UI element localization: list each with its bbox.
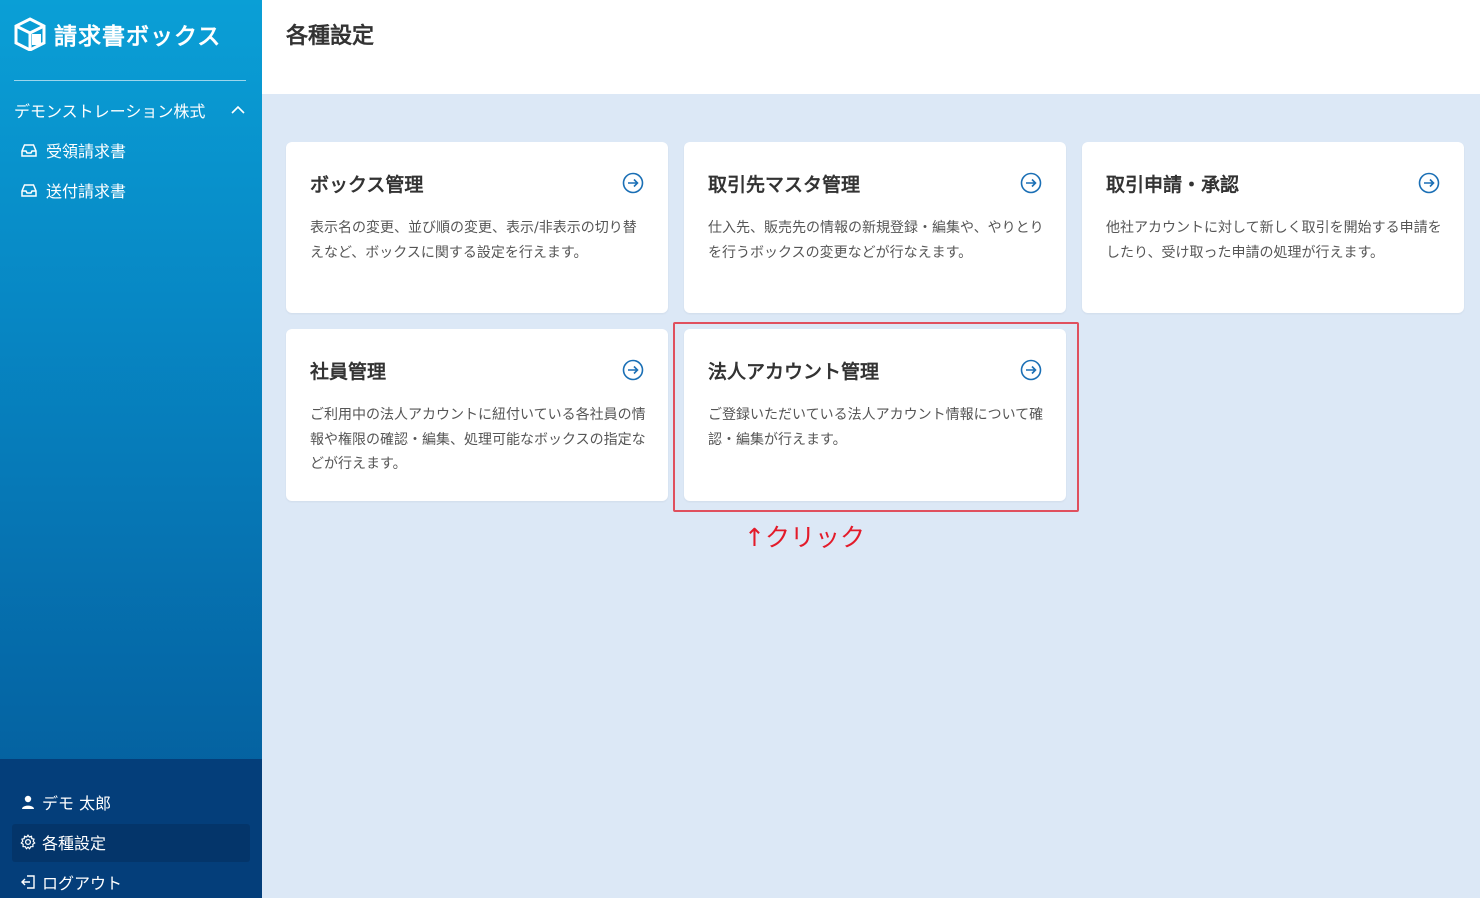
highlight-box (673, 322, 1079, 512)
card-transaction-requests[interactable]: 取引申請・承認 他社アカウントに対して新しく取引を開始する申請をしたり、受け取っ… (1082, 142, 1464, 313)
user-menu[interactable]: デモ 太郎 (20, 789, 111, 815)
divider (14, 80, 246, 81)
card-description: 仕入先、販売先の情報の新規登録・編集や、やりとりを行うボックスの変更などが行なえ… (708, 220, 1044, 261)
user-icon (22, 795, 34, 809)
card-title: 取引先マスタ管理 (708, 174, 861, 196)
sidebar-item-label: 送付請求書 (46, 182, 127, 201)
logout-icon (21, 875, 35, 889)
gear-icon (20, 834, 36, 850)
logo-icon (14, 17, 46, 51)
sidebar-item-sent-invoices[interactable]: 送付請求書 (20, 178, 126, 202)
settings-menu[interactable]: 各種設定 (20, 829, 106, 855)
company-name: デモンストレーション株式 (14, 102, 206, 121)
sidebar: 請求書ボックス デモンストレーション株式 受領請求書 送付請求書 デモ 太郎 各… (0, 0, 262, 898)
logout-label: ログアウト (42, 874, 123, 893)
app-logo[interactable]: 請求書ボックス (14, 16, 221, 52)
card-title: ボックス管理 (310, 174, 424, 196)
page-header: 各種設定 (262, 0, 1480, 94)
chevron-up-icon (231, 105, 245, 114)
arrow-right-circle-icon[interactable] (622, 172, 644, 194)
logout-button[interactable]: ログアウト (20, 869, 122, 895)
card-description: 他社アカウントに対して新しく取引を開始する申請をしたり、受け取った申請の処理が行… (1106, 220, 1442, 261)
company-selector[interactable]: デモンストレーション株式 (14, 97, 246, 123)
page-title: 各種設定 (286, 24, 375, 49)
app-name: 請求書ボックス (54, 24, 222, 50)
arrow-right-circle-icon[interactable] (1418, 172, 1440, 194)
sidebar-footer: デモ 太郎 各種設定 ログアウト (0, 759, 262, 898)
inbox-icon (21, 144, 37, 157)
card-box-management[interactable]: ボックス管理 表示名の変更、並び順の変更、表示/非表示の切り替えなど、ボックスに… (286, 142, 668, 313)
card-title: 取引申請・承認 (1106, 174, 1240, 196)
settings-label: 各種設定 (42, 834, 107, 853)
sidebar-item-received-invoices[interactable]: 受領請求書 (20, 138, 126, 162)
card-description: ご利用中の法人アカウントに紐付いている各社員の情報や権限の確認・編集、処理可能な… (310, 407, 646, 472)
click-annotation: ↑クリック (744, 523, 865, 552)
card-partner-master[interactable]: 取引先マスタ管理 仕入先、販売先の情報の新規登録・編集や、やりとりを行うボックス… (684, 142, 1066, 313)
arrow-right-circle-icon[interactable] (1020, 172, 1042, 194)
user-name: デモ 太郎 (42, 794, 112, 813)
inbox-icon (21, 184, 37, 197)
sidebar-item-label: 受領請求書 (46, 142, 127, 161)
arrow-right-circle-icon[interactable] (622, 359, 644, 381)
card-title: 社員管理 (310, 361, 387, 383)
card-employee-management[interactable]: 社員管理 ご利用中の法人アカウントに紐付いている各社員の情報や権限の確認・編集、… (286, 329, 668, 501)
card-description: 表示名の変更、並び順の変更、表示/非表示の切り替えなど、ボックスに関する設定を行… (310, 220, 637, 261)
